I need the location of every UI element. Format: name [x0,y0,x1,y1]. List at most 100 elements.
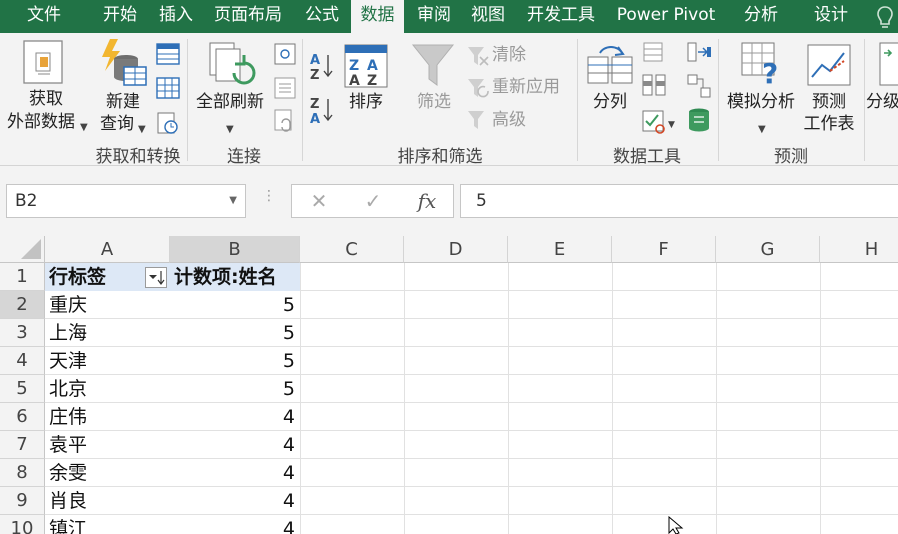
column-header-a[interactable]: A [45,236,170,263]
pivot-row-value[interactable]: 4 [170,515,300,534]
tab-view[interactable]: 视图 [462,0,514,33]
row-header-3[interactable]: 3 [0,319,45,347]
pivot-row-label[interactable]: 重庆 [45,291,170,319]
formula-bar-resize-handle[interactable]: ⋮ [262,188,276,204]
tab-design[interactable]: 设计 [804,0,858,33]
tab-data[interactable]: 数据 [351,0,404,33]
pivot-row-value[interactable]: 5 [170,375,300,403]
svg-text:A: A [367,58,378,74]
recent-sources-icon[interactable] [156,111,180,135]
forecast-sheet-label-1[interactable]: 预测 [806,91,852,113]
tab-review[interactable]: 审阅 [408,0,460,33]
properties-icon[interactable] [274,77,296,99]
sort-button[interactable]: 排序 [342,91,390,113]
text-to-columns-button[interactable]: 分列 [586,91,634,113]
chevron-down-icon: ▼ [138,124,146,135]
pivot-row-value[interactable]: 5 [170,291,300,319]
tab-insert[interactable]: 插入 [150,0,202,33]
new-query-label-1[interactable]: 新建 [100,91,146,113]
show-queries-icon[interactable] [156,43,180,65]
tab-developer[interactable]: 开发工具 [518,0,604,33]
select-all-button[interactable] [0,236,45,263]
row-header-7[interactable]: 7 [0,431,45,459]
filter-button[interactable]: 筛选 [410,91,458,113]
tab-analyze[interactable]: 分析 [734,0,788,33]
cancel-icon[interactable]: ✕ [294,185,344,217]
tab-home[interactable]: 开始 [94,0,146,33]
sort-ascending-icon[interactable]: A Z [310,51,334,81]
outline-button[interactable]: 分级 [866,91,898,113]
row-header-1[interactable]: 1 [0,263,45,291]
pivot-row-label[interactable]: 庄伟 [45,403,170,431]
pivot-row-label[interactable]: 北京 [45,375,170,403]
column-header-b[interactable]: B [170,236,300,263]
forecast-sheet-label-2[interactable]: 工作表 [800,113,858,135]
pivot-row-label[interactable]: 肖良 [45,487,170,515]
row-header-5[interactable]: 5 [0,375,45,403]
relationships-icon[interactable] [686,73,712,99]
data-validation-icon[interactable]: ▼ [642,109,678,135]
column-header-e[interactable]: E [508,236,612,263]
pivot-row-value[interactable]: 4 [170,487,300,515]
what-if-analysis-button[interactable]: 模拟分析 [722,91,800,113]
group-label-data-tools: 数据工具 [613,147,681,167]
get-external-data-label-1[interactable]: 获取 [4,88,88,110]
from-table-icon[interactable] [156,77,180,99]
row-header-10[interactable]: 10 [0,515,45,534]
filter-dropdown-button[interactable] [145,267,167,288]
column-header-d[interactable]: D [404,236,508,263]
name-box[interactable]: B2 ▼ [6,184,246,218]
pivot-row-value[interactable]: 5 [170,319,300,347]
pivot-row-label[interactable]: 袁平 [45,431,170,459]
sort-descending-icon[interactable]: Z A [310,95,334,125]
consolidate-icon[interactable] [686,41,712,63]
row-header-8[interactable]: 8 [0,459,45,487]
pivot-row-label[interactable]: 上海 [45,319,170,347]
tab-file[interactable]: 文件 [12,0,76,33]
group-label-connections: 连接 [227,147,261,167]
column-header-h[interactable]: H [820,236,898,263]
group-label-forecast: 预测 [774,147,808,167]
group-label-get-transform: 获取和转换 [95,147,181,167]
column-header-f[interactable]: F [612,236,716,263]
clear-button[interactable]: 清除 [492,44,534,66]
tab-page-layout[interactable]: 页面布局 [206,0,290,33]
enter-icon[interactable]: ✓ [348,185,398,217]
pivot-row-value[interactable]: 5 [170,347,300,375]
pivot-row-value[interactable]: 4 [170,459,300,487]
gridline [404,263,405,534]
pivot-row-label[interactable]: 镇江 [45,515,170,534]
refresh-all-button[interactable]: 全部刷新 [192,91,268,113]
tab-formulas[interactable]: 公式 [296,0,348,33]
formula-input[interactable]: 5 [460,184,898,218]
worksheet-grid: A B C D E F G H 1 2 3 4 5 6 7 8 9 10 行标签… [0,236,898,534]
manage-data-model-icon[interactable] [686,107,712,133]
row-header-2[interactable]: 2 [0,291,45,319]
column-header-g[interactable]: G [716,236,820,263]
lightbulb-icon[interactable] [872,4,898,30]
pivot-header-value[interactable]: 计数项:姓名 [170,263,300,291]
pivot-row-label[interactable]: 余雯 [45,459,170,487]
tab-power-pivot[interactable]: Power Pivot [610,0,722,33]
get-external-data-label-2[interactable]: 外部数据 [0,111,82,133]
edit-links-icon[interactable] [274,109,296,133]
row-header-4[interactable]: 4 [0,347,45,375]
flash-fill-icon[interactable] [642,41,666,63]
insert-function-icon[interactable]: fx [402,185,452,217]
reapply-button[interactable]: 重新应用 [492,76,574,98]
new-query-label-2[interactable]: 查询 [96,113,138,135]
chevron-down-icon: ▼ [758,124,766,135]
row-header-6[interactable]: 6 [0,403,45,431]
advanced-button[interactable]: 高级 [492,109,534,131]
pivot-row-label[interactable]: 天津 [45,347,170,375]
remove-duplicates-icon[interactable] [642,73,666,99]
row-header-9[interactable]: 9 [0,487,45,515]
pivot-row-value[interactable]: 4 [170,431,300,459]
column-header-c[interactable]: C [300,236,404,263]
group-separator [718,39,719,161]
svg-text:Z: Z [367,73,377,89]
connections-icon[interactable] [274,43,296,65]
pivot-row-value[interactable]: 4 [170,403,300,431]
chevron-down-icon[interactable]: ▼ [229,185,237,217]
svg-text:A: A [349,73,360,89]
